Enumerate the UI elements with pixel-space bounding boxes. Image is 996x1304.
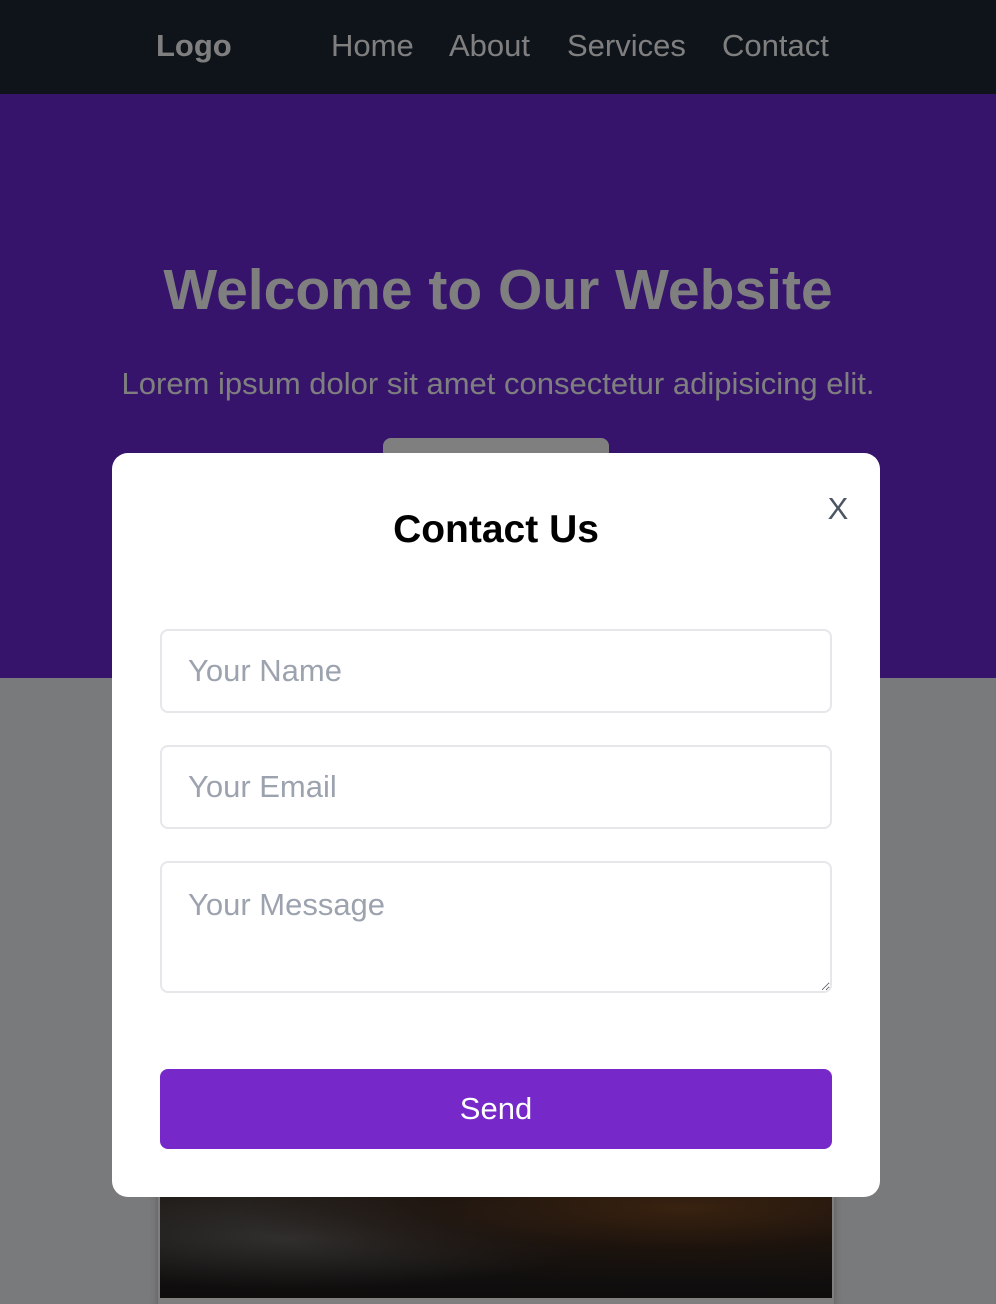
send-button[interactable]: Send	[160, 1069, 832, 1149]
email-input[interactable]	[160, 745, 832, 829]
message-textarea[interactable]	[160, 861, 832, 993]
name-input[interactable]	[160, 629, 832, 713]
modal-title: Contact Us	[393, 508, 599, 551]
